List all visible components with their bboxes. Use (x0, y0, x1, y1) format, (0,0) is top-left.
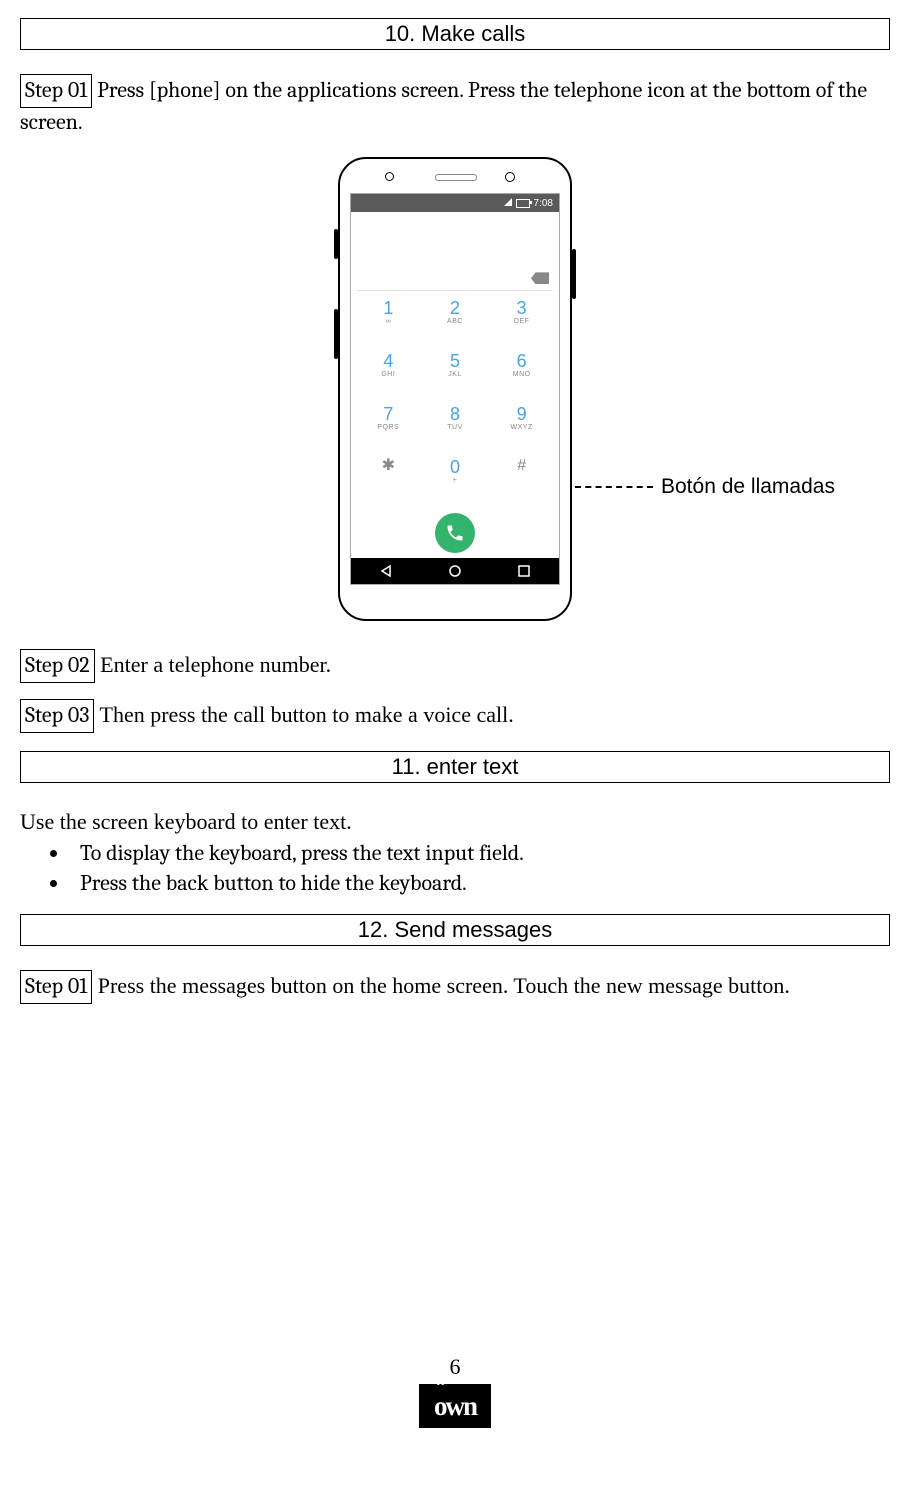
battery-icon (516, 199, 530, 208)
dialer-key-8[interactable]: 8TUV (422, 403, 489, 456)
dialer-key-2[interactable]: 2ABC (422, 297, 489, 350)
step-text: Press [phone] on the applications screen… (20, 77, 867, 135)
dialer-key-0[interactable]: 0+ (422, 456, 489, 509)
section-header-make-calls: 10. Make calls (20, 18, 890, 50)
step-03-make-calls: Step 03 Then press the call button to ma… (20, 699, 890, 733)
enter-text-intro: Use the screen keyboard to enter text. (20, 807, 890, 837)
call-button-annotation: Botón de llamadas (575, 475, 835, 499)
step-01-send-messages: Step 01 Press the messages button on the… (20, 970, 890, 1004)
step-text: Press the messages button on the home sc… (92, 973, 790, 998)
dialer-key-1[interactable]: 1∞ (355, 297, 422, 350)
status-time: 7:08 (534, 198, 553, 209)
dialer-key-9[interactable]: 9WXYZ (488, 403, 555, 456)
own-logo: own (419, 1384, 491, 1428)
annotation-label: Botón de llamadas (661, 475, 835, 499)
dialer-key-6[interactable]: 6MNO (488, 350, 555, 403)
step-01-make-calls: Step 01 Press [phone] on the application… (20, 74, 890, 137)
list-item: Press the back button to hide the keyboa… (70, 870, 890, 896)
step-label: Step 01 (20, 74, 92, 108)
step-label: Step 02 (20, 649, 95, 683)
step-text: Then press the call button to make a voi… (94, 702, 513, 727)
dialer-keypad: 1∞2ABC3DEF 4GHI5JKL6MNO 7PQRS8TUV9WXYZ ✱0+# (351, 291, 559, 508)
step-02-make-calls: Step 02 Enter a telephone number. (20, 649, 890, 683)
nav-back-icon[interactable] (379, 564, 393, 578)
nav-home-icon[interactable] (448, 564, 462, 578)
nav-recent-icon[interactable] (517, 564, 531, 578)
call-button[interactable] (435, 513, 475, 553)
page-number: 6 (20, 1354, 890, 1380)
dialer-key-5[interactable]: 5JKL (422, 350, 489, 403)
dialer-key-7[interactable]: 7PQRS (355, 403, 422, 456)
section-header-enter-text: 11. enter text (20, 751, 890, 783)
android-nav-bar (351, 558, 559, 584)
backspace-icon[interactable] (531, 272, 549, 284)
dialer-key-✱[interactable]: ✱ (355, 456, 422, 509)
dialer-input[interactable] (351, 212, 559, 290)
status-bar: 7:08 (351, 194, 559, 212)
phone-icon (445, 523, 465, 543)
section-header-send-messages: 12. Send messages (20, 914, 890, 946)
dialer-key-#[interactable]: # (488, 456, 555, 509)
signal-icon (504, 198, 512, 209)
enter-text-bullets: To display the keyboard, press the text … (70, 840, 890, 896)
page-footer: 6 own (20, 1354, 890, 1428)
dialer-key-4[interactable]: 4GHI (355, 350, 422, 403)
phone-illustration: 7:08 1∞2ABC3DEF 4GHI5JKL6MNO 7PQRS8TUV9WXY… (20, 157, 890, 621)
step-label: Step 01 (20, 970, 92, 1004)
step-text: Enter a telephone number. (95, 652, 331, 677)
step-label: Step 03 (20, 699, 94, 733)
list-item: To display the keyboard, press the text … (70, 840, 890, 866)
dialer-key-3[interactable]: 3DEF (488, 297, 555, 350)
